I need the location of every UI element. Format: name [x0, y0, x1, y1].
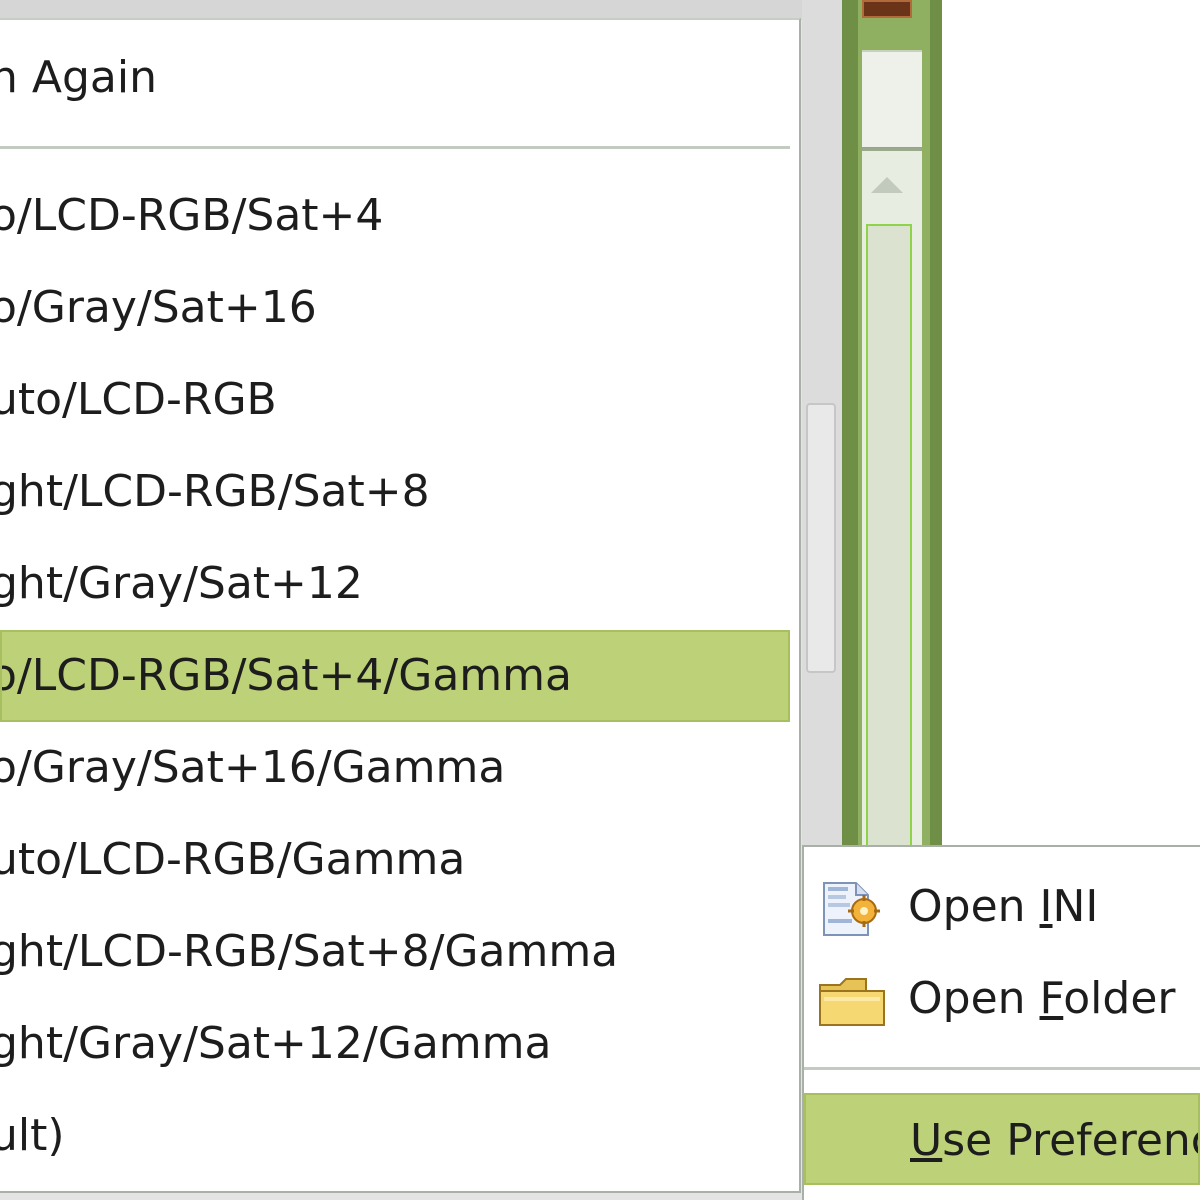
menu-item-label: ght/Gray/Sat+12 — [0, 558, 363, 609]
context-submenu: Open INI Open Folder Use Preferenc — [802, 845, 1200, 1200]
scroll-up-arrow-icon[interactable] — [862, 158, 912, 212]
menu-item-label: h Again — [0, 52, 157, 103]
menu-item-label: ult) — [0, 1110, 65, 1161]
menu-scroll-thumb[interactable] — [806, 403, 836, 673]
folder-icon — [819, 978, 885, 1026]
menu-item-label: ght/LCD-RGB/Sat+8/Gamma — [0, 926, 619, 977]
open-ini-label: Open INI — [908, 881, 1099, 932]
submenu-separator — [804, 1067, 1200, 1070]
menu-item[interactable]: uto/LCD-RGB/Gamma — [0, 814, 790, 906]
menu-item-label: o/LCD-RGB/Sat+4 — [0, 190, 384, 241]
render-mode-menu: h Again o/LCD-RGB/Sat+4 o/Gray/Sat+16 ut… — [0, 18, 801, 1193]
menu-item[interactable]: uto/LCD-RGB — [0, 354, 790, 446]
menu-item[interactable]: ult) — [0, 1090, 790, 1182]
ini-file-icon — [823, 882, 880, 936]
menu-separator — [0, 146, 790, 149]
menu-item-label: o/Gray/Sat+16/Gamma — [0, 742, 506, 793]
use-preferences-menu-item[interactable]: Use Preferenc — [804, 1093, 1200, 1185]
menu-item-search-again[interactable]: h Again — [0, 32, 790, 124]
background-scroll-thumb[interactable] — [866, 224, 912, 850]
menu-item-label: ght/Gray/Sat+12/Gamma — [0, 1018, 552, 1069]
menu-item-label: uto/LCD-RGB/Gamma — [0, 834, 466, 885]
menu-item[interactable]: o/LCD-RGB/Sat+4 — [0, 170, 790, 262]
menu-item-label: o/Gray/Sat+16 — [0, 282, 317, 333]
open-folder-menu-item[interactable]: Open Folder — [804, 953, 1200, 1045]
menu-item[interactable]: ght/Gray/Sat+12 — [0, 538, 790, 630]
menu-item-label: o/LCD-RGB/Sat+4/Gamma — [0, 650, 572, 701]
menu-item[interactable]: o/Gray/Sat+16 — [0, 262, 790, 354]
window-badge — [862, 0, 912, 18]
menu-item[interactable]: ght/Gray/Sat+12/Gamma — [0, 998, 790, 1090]
open-folder-label: Open Folder — [908, 973, 1176, 1024]
menu-item-label: uto/LCD-RGB — [0, 374, 277, 425]
menu-item-selected[interactable]: o/LCD-RGB/Sat+4/Gamma — [0, 630, 790, 722]
menu-item[interactable]: ght/LCD-RGB/Sat+8/Gamma — [0, 906, 790, 998]
background-window-content — [942, 0, 1200, 848]
menu-item-label: ght/LCD-RGB/Sat+8 — [0, 466, 430, 517]
use-preferences-label: Use Preferenc — [910, 1115, 1200, 1166]
background-field — [862, 50, 922, 147]
open-ini-menu-item[interactable]: Open INI — [804, 861, 1200, 953]
menu-item[interactable]: ght/LCD-RGB/Sat+8 — [0, 446, 790, 538]
menu-item[interactable]: o/Gray/Sat+16/Gamma — [0, 722, 790, 814]
